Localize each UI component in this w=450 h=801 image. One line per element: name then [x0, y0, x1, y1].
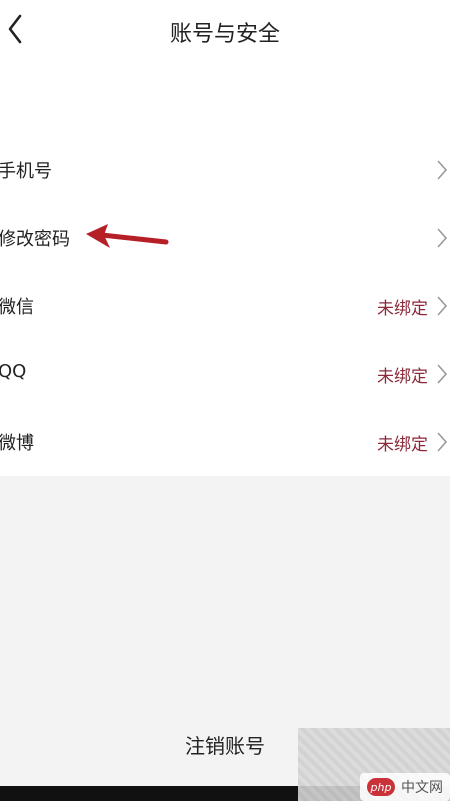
watermark-logo: php 中文网	[360, 773, 450, 801]
annotation-arrow	[86, 224, 169, 248]
settings-item-label: 手机号	[0, 161, 52, 182]
chevron-right-icon	[437, 364, 448, 384]
settings-item-label: 微信	[0, 297, 34, 318]
watermark-site-name: 中文网	[401, 780, 443, 796]
settings-item-change-password[interactable]: 修改密码	[0, 204, 450, 272]
settings-item-phone[interactable]: 手机号	[0, 136, 450, 204]
binding-status: 未绑定	[377, 367, 428, 387]
settings-list: 手机号 修改密码 微信 未绑定 QQ 未绑定 微博 未绑定	[0, 62, 450, 476]
settings-item-wechat[interactable]: 微信 未绑定	[0, 272, 450, 340]
settings-item-label: QQ	[0, 361, 27, 382]
chevron-right-icon	[437, 160, 448, 180]
page-title: 账号与安全	[169, 22, 280, 47]
binding-status: 未绑定	[377, 299, 428, 319]
chevron-right-icon	[437, 432, 448, 452]
account-security-screen: 账号与安全 手机号 修改密码 微信 未绑定 QQ 未绑定 微博 未绑定 注销账号…	[0, 0, 450, 801]
php-badge: php	[367, 778, 395, 796]
settings-item-label: 微博	[0, 433, 34, 454]
binding-status: 未绑定	[377, 435, 428, 455]
top-nav: 账号与安全	[0, 0, 450, 62]
settings-item-qq[interactable]: QQ 未绑定	[0, 340, 450, 408]
settings-item-weibo[interactable]: 微博 未绑定	[0, 408, 450, 476]
settings-item-label: 修改密码	[0, 229, 70, 250]
chevron-right-icon	[437, 296, 448, 316]
chevron-right-icon	[437, 228, 448, 248]
